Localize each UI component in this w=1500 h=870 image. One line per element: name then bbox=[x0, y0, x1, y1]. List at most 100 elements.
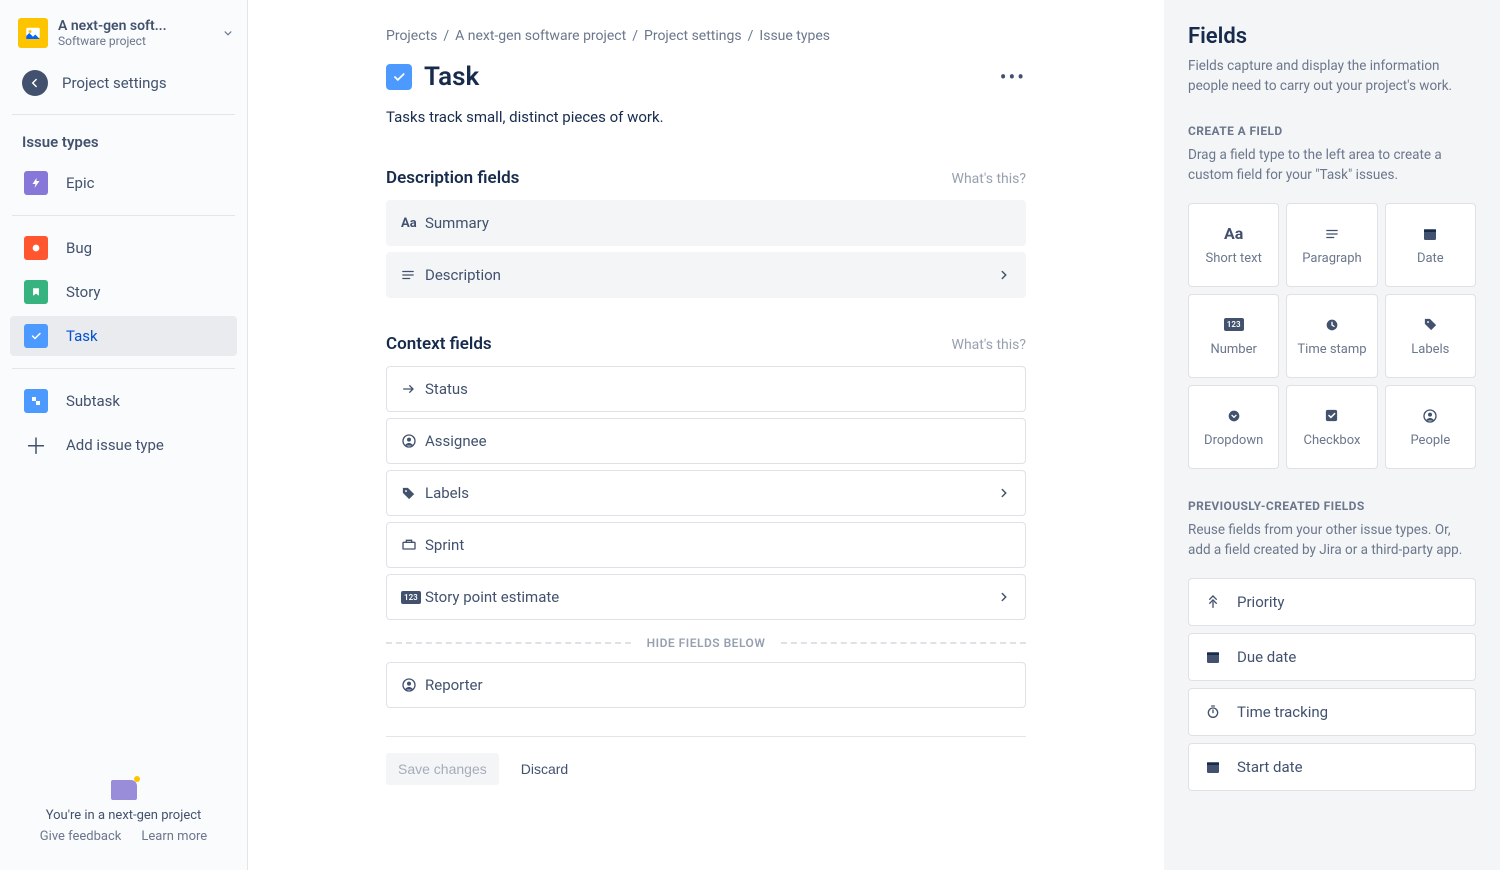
prev-field-label: Due date bbox=[1237, 648, 1296, 666]
dropdown-icon bbox=[1226, 407, 1242, 425]
tag-icon bbox=[401, 486, 425, 501]
divider bbox=[386, 736, 1026, 737]
sidebar-item-label: Task bbox=[66, 327, 98, 345]
field-type-label: Short text bbox=[1205, 251, 1261, 266]
field-story-points[interactable]: 123 Story point estimate bbox=[386, 574, 1026, 620]
give-feedback-link[interactable]: Give feedback bbox=[40, 829, 122, 844]
folder-icon bbox=[111, 780, 137, 800]
field-reporter[interactable]: Reporter bbox=[386, 662, 1026, 708]
prev-field-start-date[interactable]: Start date bbox=[1188, 743, 1476, 791]
paragraph-icon bbox=[401, 268, 425, 282]
sidebar-item-epic[interactable]: Epic bbox=[10, 163, 237, 203]
task-icon bbox=[386, 64, 412, 90]
prev-field-priority[interactable]: Priority bbox=[1188, 578, 1476, 626]
field-label: Assignee bbox=[425, 432, 487, 450]
story-icon bbox=[24, 280, 48, 304]
field-label: Description bbox=[425, 266, 501, 284]
sidebar-item-label: Epic bbox=[66, 174, 94, 192]
person-icon bbox=[401, 677, 425, 693]
field-type-dropdown[interactable]: Dropdown bbox=[1188, 385, 1279, 469]
hide-fields-divider: HIDE FIELDS BELOW bbox=[386, 636, 1026, 650]
project-avatar-icon bbox=[18, 18, 48, 48]
save-changes-button[interactable]: Save changes bbox=[386, 753, 499, 785]
field-status[interactable]: Status bbox=[386, 366, 1026, 412]
field-type-label: Labels bbox=[1411, 342, 1449, 357]
field-label: Labels bbox=[425, 484, 469, 502]
priority-icon bbox=[1205, 594, 1223, 610]
footer-message: You're in a next-gen project bbox=[8, 808, 239, 823]
prev-field-due-date[interactable]: Due date bbox=[1188, 633, 1476, 681]
stopwatch-icon bbox=[1205, 704, 1223, 720]
field-type-label: Checkbox bbox=[1304, 433, 1361, 448]
field-assignee[interactable]: Assignee bbox=[386, 418, 1026, 464]
arrow-left-icon bbox=[22, 70, 48, 96]
sidebar-item-subtask[interactable]: Subtask bbox=[10, 381, 237, 421]
field-type-short-text[interactable]: Aa Short text bbox=[1188, 203, 1279, 287]
field-type-date[interactable]: Date bbox=[1385, 203, 1476, 287]
subtask-icon bbox=[24, 389, 48, 413]
task-icon bbox=[24, 324, 48, 348]
field-type-labels[interactable]: Labels bbox=[1385, 294, 1476, 378]
number-icon: 123 bbox=[401, 591, 425, 604]
breadcrumb-item[interactable]: Issue types bbox=[759, 28, 830, 44]
field-type-label: People bbox=[1410, 433, 1450, 448]
field-label: Reporter bbox=[425, 676, 483, 694]
whats-this-link[interactable]: What's this? bbox=[952, 337, 1026, 353]
field-labels[interactable]: Labels bbox=[386, 470, 1026, 516]
clock-icon bbox=[1324, 316, 1340, 334]
arrow-right-icon bbox=[401, 381, 425, 397]
number-icon: 123 bbox=[1224, 316, 1244, 334]
page-description: Tasks track small, distinct pieces of wo… bbox=[386, 108, 1026, 126]
tag-icon bbox=[1423, 316, 1438, 334]
field-type-number[interactable]: 123 Number bbox=[1188, 294, 1279, 378]
sidebar-item-bug[interactable]: Bug bbox=[10, 228, 237, 268]
person-icon bbox=[1422, 407, 1438, 425]
calendar-icon bbox=[1205, 759, 1223, 775]
back-to-project-settings[interactable]: Project settings bbox=[0, 62, 247, 114]
divider bbox=[12, 215, 235, 216]
text-icon: Aa bbox=[1224, 225, 1243, 243]
field-type-label: Paragraph bbox=[1302, 251, 1361, 266]
sidebar-item-story[interactable]: Story bbox=[10, 272, 237, 312]
field-summary[interactable]: Aa Summary bbox=[386, 200, 1026, 246]
field-type-label: Time stamp bbox=[1297, 342, 1366, 357]
breadcrumb-item[interactable]: Project settings bbox=[644, 28, 742, 44]
field-description[interactable]: Description bbox=[386, 252, 1026, 298]
whats-this-link[interactable]: What's this? bbox=[952, 171, 1026, 187]
sidebar-item-task[interactable]: Task bbox=[10, 316, 237, 356]
discard-button[interactable]: Discard bbox=[509, 753, 580, 785]
checkbox-icon bbox=[1324, 407, 1339, 425]
sidebar-item-label: Story bbox=[66, 283, 101, 301]
breadcrumb: Projects/ A next-gen software project/ P… bbox=[386, 28, 1026, 44]
sidebar-item-label: Add issue type bbox=[66, 436, 164, 454]
add-issue-type[interactable]: ＋ Add issue type bbox=[10, 425, 237, 465]
more-actions-button[interactable]: ••• bbox=[1000, 65, 1026, 89]
fields-panel: Fields Fields capture and display the in… bbox=[1164, 0, 1500, 870]
learn-more-link[interactable]: Learn more bbox=[141, 829, 207, 844]
calendar-icon bbox=[1205, 649, 1223, 665]
prev-field-time-tracking[interactable]: Time tracking bbox=[1188, 688, 1476, 736]
project-switcher[interactable]: A next-gen soft... Software project bbox=[0, 18, 247, 62]
person-icon bbox=[401, 433, 425, 449]
sidebar-item-label: Bug bbox=[66, 239, 92, 257]
field-type-people[interactable]: People bbox=[1385, 385, 1476, 469]
breadcrumb-item[interactable]: A next-gen software project bbox=[455, 28, 626, 44]
sidebar: A next-gen soft... Software project Proj… bbox=[0, 0, 248, 870]
field-sprint[interactable]: Sprint bbox=[386, 522, 1026, 568]
field-type-paragraph[interactable]: Paragraph bbox=[1286, 203, 1377, 287]
section-title-description: Description fields bbox=[386, 168, 519, 188]
divider bbox=[12, 368, 235, 369]
field-label: Summary bbox=[425, 214, 489, 232]
chevron-right-icon bbox=[997, 268, 1011, 282]
calendar-icon bbox=[1422, 225, 1438, 243]
panel-description: Fields capture and display the informati… bbox=[1188, 57, 1476, 96]
sidebar-footer: You're in a next-gen project Give feedba… bbox=[0, 766, 247, 860]
sidebar-heading: Issue types bbox=[0, 115, 247, 161]
field-type-checkbox[interactable]: Checkbox bbox=[1286, 385, 1377, 469]
bug-icon bbox=[24, 236, 48, 260]
breadcrumb-item[interactable]: Projects bbox=[386, 28, 437, 44]
prev-fields-description: Reuse fields from your other issue types… bbox=[1188, 521, 1476, 560]
create-field-heading: CREATE A FIELD bbox=[1188, 124, 1476, 138]
field-type-timestamp[interactable]: Time stamp bbox=[1286, 294, 1377, 378]
sidebar-item-label: Subtask bbox=[66, 392, 120, 410]
